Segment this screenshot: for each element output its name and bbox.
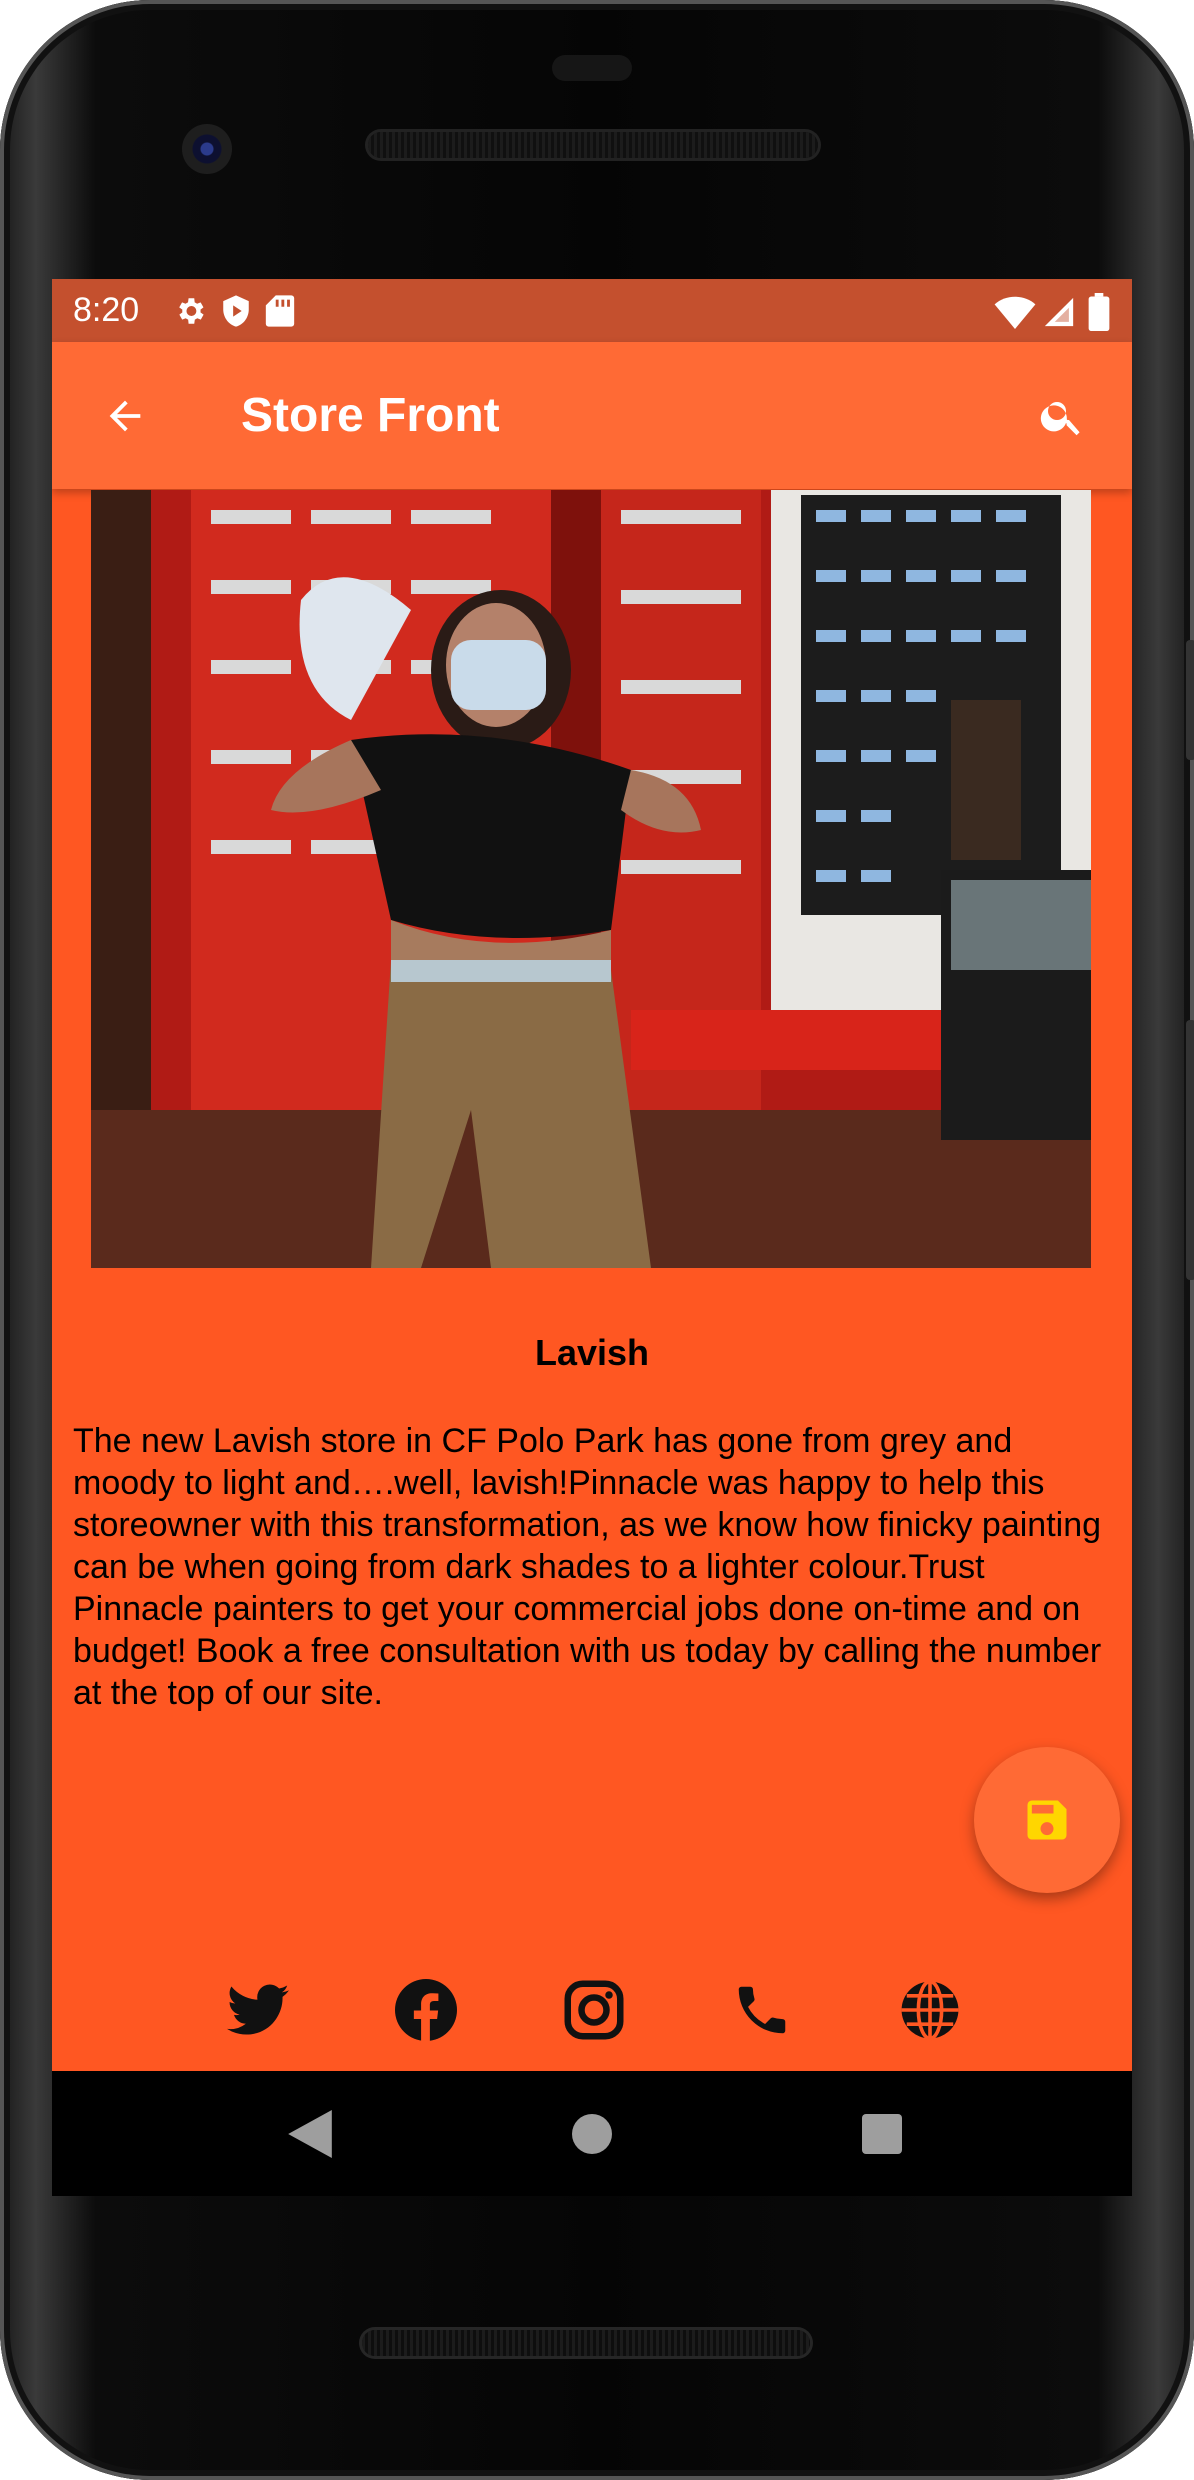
sd-card-icon — [265, 295, 295, 327]
globe-icon — [901, 1979, 959, 2041]
screen: 8:20 Store Front Lavish The new Lavish s… — [52, 279, 1132, 2071]
store-name: Lavish — [534, 1332, 650, 1373]
home-circle-icon — [571, 2113, 612, 2154]
twitter-icon — [227, 1984, 289, 2035]
battery-icon — [1088, 293, 1110, 331]
top-speaker — [368, 132, 818, 158]
wifi-icon — [994, 296, 1036, 329]
phone-frame: 8:20 Store Front Lavish The new Lavish s… — [0, 0, 1194, 2480]
store-description: The new Lavish store in CF Polo Park has… — [73, 1422, 1102, 1712]
save-icon — [1027, 1800, 1067, 1840]
system-nav-bar — [52, 2071, 1132, 2196]
app-bar: Store Front — [52, 342, 1132, 489]
arrow-back-icon[interactable] — [102, 393, 148, 439]
instagram-icon — [564, 1980, 624, 2040]
facebook-icon — [395, 1979, 457, 2041]
phone-link[interactable] — [727, 1975, 797, 2045]
signal-icon — [1044, 297, 1074, 327]
status-bar: 8:20 — [52, 279, 1132, 342]
store-photo — [91, 490, 1091, 1268]
recents-square-icon — [861, 2113, 902, 2154]
phone-icon — [738, 1986, 786, 2034]
save-fab-button[interactable] — [974, 1747, 1120, 1893]
front-camera — [182, 124, 232, 174]
instagram-link[interactable] — [559, 1975, 629, 2045]
website-link[interactable] — [895, 1975, 965, 2045]
twitter-link[interactable] — [223, 1975, 293, 2045]
earpiece — [552, 55, 632, 81]
settings-icon — [179, 298, 204, 324]
nav-back-button[interactable] — [277, 2101, 342, 2166]
power-button — [1186, 1020, 1194, 1280]
page-title: Store Front — [241, 389, 500, 442]
shield-play-icon — [223, 295, 249, 327]
volume-button — [1186, 640, 1194, 760]
bottom-speaker — [362, 2330, 810, 2356]
back-triangle-icon — [287, 2109, 332, 2158]
search-icon[interactable] — [1038, 392, 1086, 440]
status-time: 8:20 — [73, 291, 140, 329]
nav-home-button[interactable] — [559, 2101, 624, 2166]
nav-recents-button[interactable] — [849, 2101, 914, 2166]
facebook-link[interactable] — [391, 1975, 461, 2045]
